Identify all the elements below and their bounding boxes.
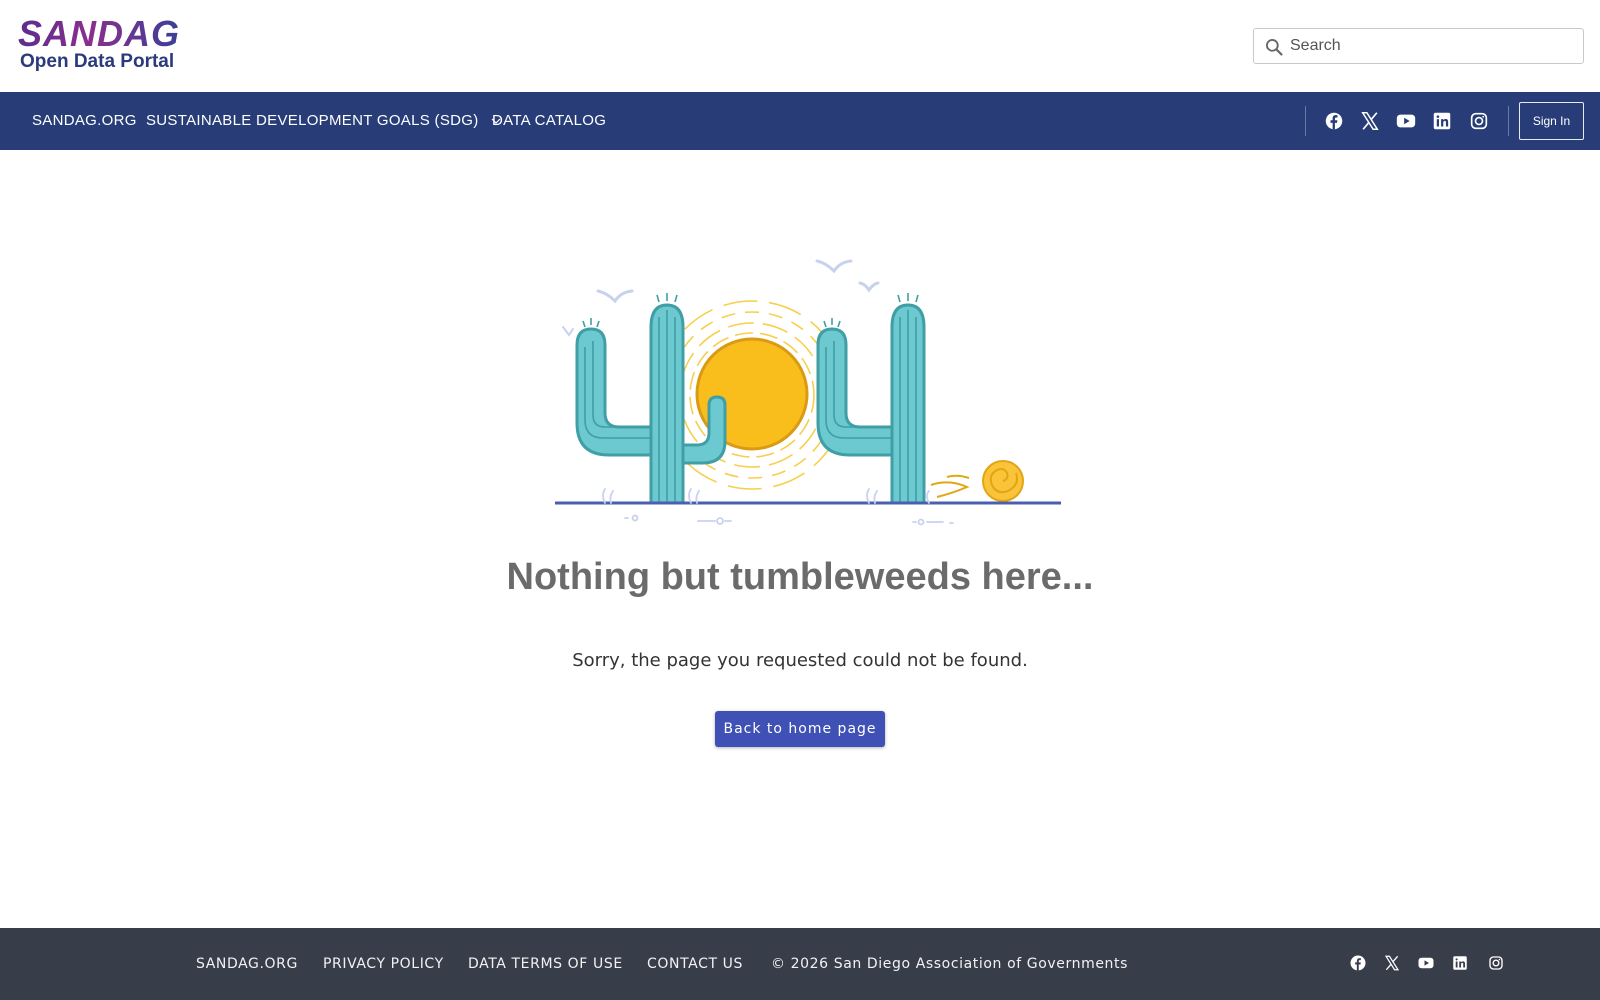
youtube-icon[interactable] xyxy=(1417,954,1435,972)
site-header: SANDAG Open Data Portal xyxy=(0,0,1600,92)
404-illustration xyxy=(555,259,1061,526)
sandag-logo[interactable]: SANDAG Open Data Portal xyxy=(18,16,208,76)
nav-item-sdg-dropdown[interactable]: SUSTAINABLE DEVELOPMENT GOALS (SDG) xyxy=(146,92,501,150)
tumbleweed-icon xyxy=(930,460,1024,502)
footer-link-sandag-org[interactable]: SANDAG.ORG xyxy=(196,928,298,1000)
nav-item-sandag-org[interactable]: SANDAG.ORG xyxy=(32,92,137,150)
facebook-icon[interactable] xyxy=(1349,954,1367,972)
bird-icon xyxy=(562,259,880,337)
search-box[interactable] xyxy=(1253,28,1584,64)
search-icon xyxy=(1266,39,1283,56)
footer-link-data-terms[interactable]: DATA TERMS OF USE xyxy=(468,928,623,1000)
linkedin-icon[interactable] xyxy=(1451,954,1469,972)
back-to-home-button[interactable]: Back to home page xyxy=(715,711,885,747)
x-icon[interactable] xyxy=(1359,110,1381,132)
logo-subtitle: Open Data Portal xyxy=(20,51,175,72)
main-navbar: SANDAG.ORG SUSTAINABLE DEVELOPMENT GOALS… xyxy=(0,92,1600,150)
nav-divider xyxy=(1508,106,1509,136)
x-icon[interactable] xyxy=(1383,954,1401,972)
facebook-icon[interactable] xyxy=(1323,110,1345,132)
footer-link-contact-us[interactable]: CONTACT US xyxy=(647,928,743,1000)
nav-item-label: SUSTAINABLE DEVELOPMENT GOALS (SDG) xyxy=(146,112,479,129)
footer-copyright: © 2026 San Diego Association of Governme… xyxy=(771,956,1129,972)
sign-in-button[interactable]: Sign In xyxy=(1519,102,1584,140)
nav-divider xyxy=(1305,106,1306,136)
linkedin-icon[interactable] xyxy=(1431,110,1453,132)
instagram-icon[interactable] xyxy=(1487,954,1505,972)
logo-wordmark: SANDAG xyxy=(18,13,181,54)
youtube-icon[interactable] xyxy=(1395,110,1417,132)
instagram-icon[interactable] xyxy=(1468,110,1490,132)
site-footer: SANDAG.ORG PRIVACY POLICY DATA TERMS OF … xyxy=(0,928,1600,1000)
nav-item-data-catalog[interactable]: DATA CATALOG xyxy=(492,92,606,150)
error-message: Sorry, the page you requested could not … xyxy=(572,650,1028,671)
nav-item-label: SANDAG.ORG xyxy=(32,112,137,129)
nav-item-label: DATA CATALOG xyxy=(492,112,607,129)
search-input[interactable] xyxy=(1288,29,1578,63)
footer-link-privacy-policy[interactable]: PRIVACY POLICY xyxy=(323,928,444,1000)
page-title: Nothing but tumbleweeds here... xyxy=(506,556,1094,598)
